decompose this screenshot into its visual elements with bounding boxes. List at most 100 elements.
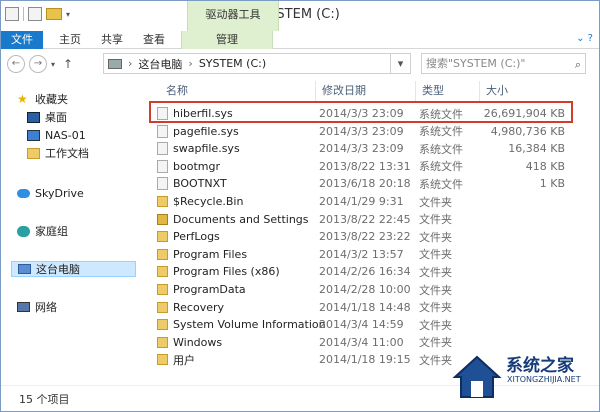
file-type: 文件夹 (419, 265, 452, 279)
nav-item-this-pc[interactable]: 这台电脑 (11, 261, 136, 277)
file-row[interactable]: Documents and Settings 2013/8/22 22:45 文件夹 (153, 211, 579, 228)
pc-icon (18, 264, 31, 274)
cloud-icon (17, 188, 30, 198)
column-header-size[interactable]: 大小 (480, 81, 576, 101)
forward-button[interactable]: → (29, 55, 47, 73)
folder-icon (157, 319, 168, 331)
nav-item-label: 桌面 (45, 111, 67, 124)
tab-manage[interactable]: 管理 (181, 31, 273, 49)
breadcrumb-system-c[interactable]: SYSTEM (C:) (199, 57, 266, 70)
nav-item-favorites[interactable]: ★ 收藏夹 (17, 91, 68, 107)
file-size: 16,384 KB (508, 142, 565, 156)
file-date: 2014/1/29 9:31 (319, 195, 404, 208)
file-row[interactable]: Program Files (x86) 2014/2/26 16:34 文件夹 (153, 263, 579, 280)
recent-locations-icon[interactable]: ▾ (51, 60, 55, 69)
ribbon-expand-icon[interactable]: ⌄ ? (576, 33, 593, 44)
file-row[interactable]: PerfLogs 2013/8/22 23:22 文件夹 (153, 228, 579, 245)
computer-icon (27, 129, 40, 141)
breadcrumb-separator: › (188, 57, 193, 70)
file-type: 文件夹 (419, 283, 452, 297)
file-date: 2014/2/28 10:00 (319, 283, 411, 296)
folder-icon (157, 301, 168, 313)
file-row[interactable]: swapfile.sys 2014/3/3 23:09 系统文件 16,384 KB (153, 140, 579, 157)
search-input[interactable]: 搜索"SYSTEM (C:)" ⌕ (421, 53, 586, 74)
file-name: swapfile.sys (173, 142, 240, 156)
back-button[interactable]: ← (7, 55, 25, 73)
file-date: 2013/8/22 23:22 (319, 230, 411, 244)
nav-item-desktop[interactable]: 桌面 (27, 109, 67, 125)
desktop-icon (27, 111, 40, 123)
watermark-text: 系统之家 (506, 356, 574, 376)
file-type: 文件夹 (419, 195, 452, 209)
file-row[interactable]: pagefile.sys 2014/3/3 23:09 系统文件 4,980,736 … (153, 123, 579, 140)
file-row[interactable]: $Recycle.Bin 2014/1/29 9:31 文件夹 (153, 193, 579, 210)
column-header-date[interactable]: 修改日期 (316, 81, 416, 101)
file-row[interactable]: BOOTNXT 2013/6/18 20:18 系统文件 1 KB (153, 175, 579, 192)
network-icon (17, 302, 30, 312)
file-name: Documents and Settings (173, 212, 309, 226)
file-type: 文件夹 (419, 353, 452, 367)
system-file-icon (157, 124, 168, 138)
nav-item-homegroup[interactable]: 家庭组 (17, 223, 68, 239)
nav-item-label: 家庭组 (35, 225, 68, 238)
column-header-name[interactable]: 名称 (160, 81, 316, 101)
search-icon[interactable]: ⌕ (575, 55, 581, 74)
address-bar[interactable]: › 这台电脑 › SYSTEM (C:) (103, 53, 411, 74)
file-date: 2014/3/3 23:09 (319, 142, 404, 156)
file-type: 文件夹 (419, 336, 452, 350)
file-type: 系统文件 (419, 177, 463, 191)
file-name: Program Files (x86) (173, 265, 280, 279)
tab-home[interactable]: 主页 (49, 31, 91, 49)
file-size: 1 KB (539, 177, 565, 191)
tab-file[interactable]: 文件 (1, 31, 43, 49)
file-type: 文件夹 (419, 301, 452, 315)
nav-item-label: 网络 (35, 301, 57, 314)
folder-icon (157, 354, 168, 366)
explorer-window: ▾ SYSTEM (C:) 驱动器工具 文件 主页 共享 查看 管理 ⌄ ? ←… (0, 0, 600, 412)
title-bar: ▾ SYSTEM (C:) 驱动器工具 (1, 1, 599, 31)
nav-item-skydrive[interactable]: SkyDrive (17, 185, 84, 201)
file-row[interactable]: bootmgr 2013/8/22 13:31 系统文件 418 KB (153, 158, 579, 175)
homegroup-icon (17, 225, 30, 237)
file-date: 2014/2/26 16:34 (319, 265, 411, 279)
file-size: 418 KB (525, 159, 565, 173)
drive-icon (108, 58, 122, 69)
highlight-box (149, 101, 573, 123)
nav-item-network[interactable]: 网络 (17, 299, 57, 315)
refresh-button[interactable]: ▾ (390, 53, 411, 74)
folder-icon (157, 284, 168, 295)
tab-view[interactable]: 查看 (133, 31, 175, 49)
up-button[interactable]: ↑ (63, 57, 73, 71)
file-type: 文件夹 (419, 248, 452, 262)
folder-icon (157, 266, 168, 278)
nav-item-label: 收藏夹 (35, 93, 68, 106)
contextual-tab-drive-tools: 驱动器工具 (187, 1, 279, 31)
file-type: 文件夹 (419, 318, 452, 332)
file-type: 文件夹 (419, 213, 452, 227)
folder-icon (157, 248, 168, 260)
file-row[interactable]: Recovery 2014/1/18 14:48 文件夹 (153, 299, 579, 316)
item-count: 15 个项目 (19, 393, 70, 406)
file-date: 2014/3/4 14:59 (319, 318, 404, 332)
breadcrumb-this-pc[interactable]: 这台电脑 (138, 56, 182, 72)
file-row[interactable]: Program Files 2014/3/2 13:57 文件夹 (153, 246, 579, 263)
nav-item-nas[interactable]: NAS-01 (27, 127, 86, 143)
file-name: System Volume Information (173, 318, 326, 332)
column-header-type[interactable]: 类型 (416, 81, 480, 101)
window-title: SYSTEM (C:) (260, 7, 340, 22)
file-type: 系统文件 (419, 125, 463, 139)
navigation-pane: ★ 收藏夹 桌面 NAS-01 工作文档 SkyDrive 家庭组 这台电脑 网… (1, 79, 141, 383)
file-name: 用户 (173, 353, 195, 367)
folder-icon (157, 336, 168, 348)
nav-item-work-docs[interactable]: 工作文档 (27, 145, 89, 161)
tab-share[interactable]: 共享 (91, 31, 133, 49)
file-date: 2014/3/2 13:57 (319, 247, 404, 261)
folder-icon (27, 147, 40, 159)
file-name: Program Files (173, 247, 248, 261)
file-row[interactable]: ProgramData 2014/2/28 10:00 文件夹 (153, 281, 579, 298)
file-name: bootmgr (173, 159, 220, 173)
nav-item-label: 这台电脑 (36, 263, 80, 276)
shortcut-folder-icon (157, 213, 168, 225)
file-name: $Recycle.Bin (173, 195, 244, 208)
file-row[interactable]: System Volume Information 2014/3/4 14:59 文… (153, 316, 579, 333)
